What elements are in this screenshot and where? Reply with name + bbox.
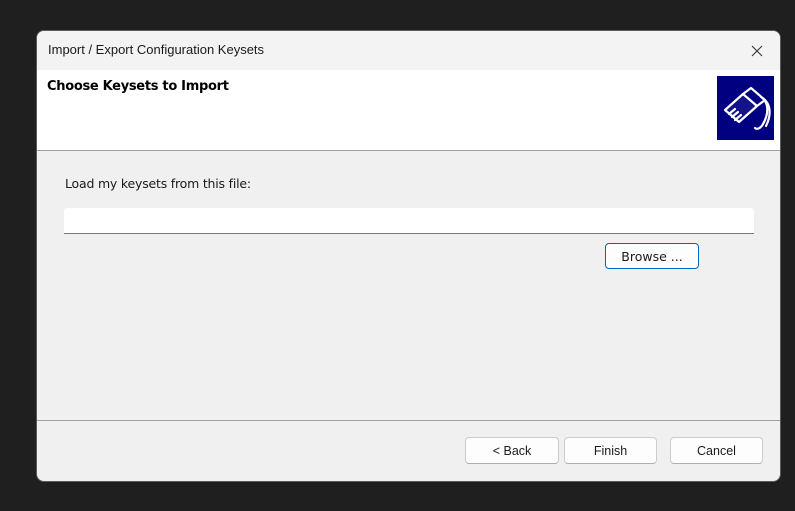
wizard-header: Choose Keysets to Import bbox=[37, 70, 780, 151]
cancel-button[interactable]: Cancel bbox=[670, 437, 763, 464]
browse-button[interactable]: Browse ... bbox=[605, 243, 699, 269]
desktop-background: Import / Export Configuration Keysets Ch… bbox=[0, 0, 795, 511]
close-button[interactable] bbox=[734, 31, 780, 70]
title-bar[interactable]: Import / Export Configuration Keysets bbox=[37, 31, 780, 70]
import-export-dialog: Import / Export Configuration Keysets Ch… bbox=[36, 30, 781, 482]
window-title: Import / Export Configuration Keysets bbox=[48, 42, 265, 57]
footer-divider bbox=[37, 420, 780, 421]
page-title: Choose Keysets to Import bbox=[47, 79, 229, 94]
back-button[interactable]: < Back bbox=[465, 437, 559, 464]
keyset-file-input[interactable] bbox=[64, 208, 754, 234]
file-field-label: Load my keysets from this file: bbox=[65, 176, 251, 191]
connector-plug-icon bbox=[717, 76, 774, 140]
finish-button[interactable]: Finish bbox=[564, 437, 657, 464]
close-icon bbox=[751, 45, 763, 56]
